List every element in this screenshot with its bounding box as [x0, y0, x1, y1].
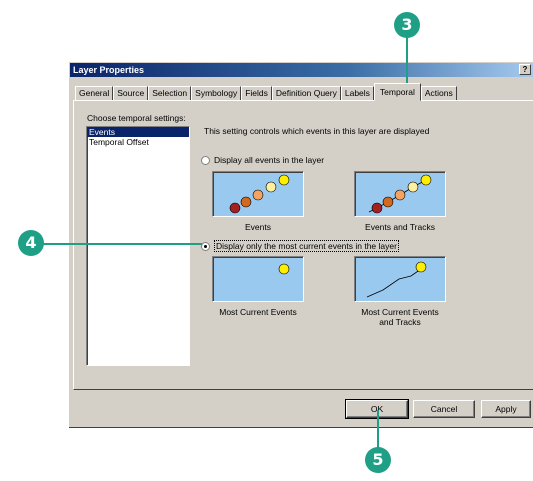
preview-most-current-graphic [278, 263, 290, 275]
caption-line-1: Most Current Events [361, 307, 439, 317]
apply-button[interactable]: Apply [481, 400, 531, 418]
event-dot [407, 181, 419, 193]
caption-line-2: and Tracks [379, 317, 421, 327]
list-item-events[interactable]: Events [87, 127, 189, 137]
event-dot [371, 202, 383, 214]
callout-4-badge: 4 [18, 230, 44, 256]
tab-strip: General Source Selection Symbology Field… [75, 83, 457, 101]
preview-most-current-tracks-graphic [366, 261, 427, 298]
track-line [366, 268, 422, 298]
preview-most-current [212, 256, 304, 302]
preview-events [212, 171, 304, 217]
event-dot [382, 196, 394, 208]
temporal-settings-list[interactable]: Events Temporal Offset [86, 126, 190, 366]
option-display-all-label: Display all events in the layer [214, 155, 325, 165]
tab-source[interactable]: Source [113, 86, 149, 101]
preview-most-current-and-tracks [354, 256, 446, 302]
event-dot [229, 202, 241, 214]
caption-most-current: Most Current Events [219, 307, 297, 317]
callout-4-leader [30, 243, 202, 245]
window-title: Layer Properties [73, 65, 145, 75]
setting-description: This setting controls which events in th… [204, 126, 430, 136]
caption-most-current-and-tracks: Most Current Events and Tracks [340, 307, 460, 327]
event-dot [415, 261, 427, 273]
callout-5-badge: 5 [365, 447, 391, 473]
event-dot [252, 189, 264, 201]
title-bar[interactable]: Layer Properties ? [70, 63, 533, 77]
callout-3-badge: 3 [394, 12, 420, 38]
preview-events-and-tracks [354, 171, 446, 217]
option-display-current[interactable]: Display only the most current events in … [201, 240, 399, 252]
caption-events: Events [245, 222, 271, 232]
tab-fields[interactable]: Fields [241, 86, 272, 101]
callout-5-leader [377, 410, 379, 450]
radio-display-all[interactable] [201, 155, 210, 165]
tab-selection[interactable]: Selection [148, 86, 192, 101]
choose-settings-label: Choose temporal settings: [87, 113, 186, 123]
help-button[interactable]: ? [519, 64, 531, 75]
tab-general[interactable]: General [75, 86, 114, 101]
option-display-all[interactable]: Display all events in the layer [201, 155, 324, 165]
radio-display-current[interactable] [201, 241, 210, 251]
tab-definition-query[interactable]: Definition Query [271, 86, 341, 101]
event-dot [278, 174, 290, 186]
option-display-current-label: Display only the most current events in … [214, 240, 399, 252]
tab-labels[interactable]: Labels [340, 86, 374, 101]
event-dot [420, 174, 432, 186]
preview-events-tracks-graphic [368, 174, 432, 214]
tab-temporal[interactable]: Temporal [373, 83, 421, 101]
preview-events-graphic [229, 174, 290, 214]
cancel-button[interactable]: Cancel [413, 400, 475, 418]
event-dot [265, 181, 277, 193]
caption-events-and-tracks: Events and Tracks [365, 222, 435, 232]
tab-symbology[interactable]: Symbology [191, 86, 242, 101]
callout-3-leader [406, 34, 408, 84]
event-dot [394, 189, 406, 201]
list-item-temporal-offset[interactable]: Temporal Offset [87, 137, 189, 147]
tab-actions[interactable]: Actions [420, 86, 457, 101]
event-dot [278, 263, 290, 275]
event-dot [240, 196, 252, 208]
